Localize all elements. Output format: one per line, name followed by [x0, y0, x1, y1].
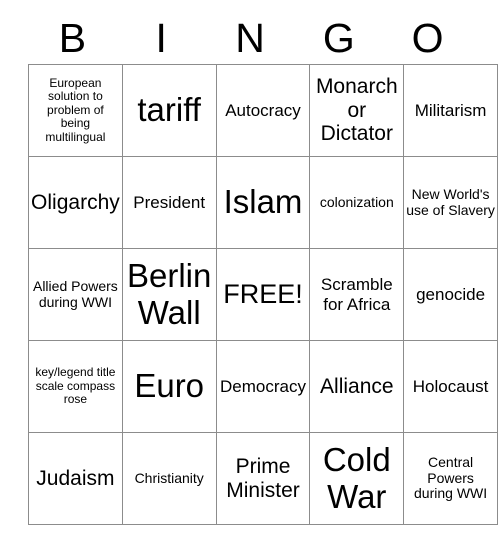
bingo-row: Oligarchy President Islam colonization N…	[28, 156, 498, 249]
bingo-header-letter-g: G	[322, 14, 355, 61]
bingo-header: B I N G O	[28, 12, 472, 64]
bingo-cell-i4[interactable]: Euro	[121, 340, 217, 433]
bingo-cell-i3[interactable]: Berlin Wall	[121, 248, 217, 341]
bingo-card: B I N G O European solution to problem o…	[28, 12, 498, 525]
bingo-header-letter-b: B	[58, 14, 87, 61]
bingo-grid: European solution to problem of being mu…	[28, 64, 498, 525]
bingo-cell-i1[interactable]: tariff	[121, 64, 217, 157]
bingo-cell-b1[interactable]: European solution to problem of being mu…	[28, 64, 123, 157]
bingo-row: Allied Powers during WWI Berlin Wall FRE…	[28, 248, 498, 341]
bingo-cell-i2[interactable]: President	[121, 156, 217, 249]
bingo-cell-g4[interactable]: Alliance	[309, 340, 405, 433]
bingo-row: European solution to problem of being mu…	[28, 64, 498, 157]
bingo-cell-o3[interactable]: genocide	[403, 248, 498, 341]
bingo-row: Judaism Christianity Prime Minister Cold…	[28, 432, 498, 525]
bingo-cell-g2[interactable]: colonization	[309, 156, 405, 249]
bingo-header-letter-n: N	[235, 14, 265, 61]
bingo-row: key/legend title scale compass rose Euro…	[28, 340, 498, 433]
bingo-cell-o1[interactable]: Militarism	[403, 64, 498, 157]
bingo-cell-o5[interactable]: Central Powers during WWI	[403, 432, 498, 525]
bingo-cell-o2[interactable]: New World's use of Slavery	[403, 156, 498, 249]
bingo-cell-n5[interactable]: Prime Minister	[215, 432, 311, 525]
bingo-cell-g3[interactable]: Scramble for Africa	[309, 248, 405, 341]
bingo-header-letter-i: I	[155, 14, 167, 61]
bingo-cell-n4[interactable]: Democracy	[215, 340, 311, 433]
bingo-cell-n1[interactable]: Autocracy	[215, 64, 311, 157]
bingo-cell-g1[interactable]: Monarch or Dictator	[309, 64, 405, 157]
bingo-cell-o4[interactable]: Holocaust	[403, 340, 498, 433]
bingo-cell-n2[interactable]: Islam	[215, 156, 311, 249]
bingo-cell-b5[interactable]: Judaism	[28, 432, 123, 525]
bingo-cell-g5[interactable]: Cold War	[309, 432, 405, 525]
bingo-cell-free[interactable]: FREE!	[215, 248, 311, 341]
bingo-cell-i5[interactable]: Christianity	[121, 432, 217, 525]
bingo-cell-b2[interactable]: Oligarchy	[28, 156, 123, 249]
bingo-cell-b4[interactable]: key/legend title scale compass rose	[28, 340, 123, 433]
bingo-cell-b3[interactable]: Allied Powers during WWI	[28, 248, 123, 341]
bingo-header-letter-o: O	[411, 14, 444, 61]
